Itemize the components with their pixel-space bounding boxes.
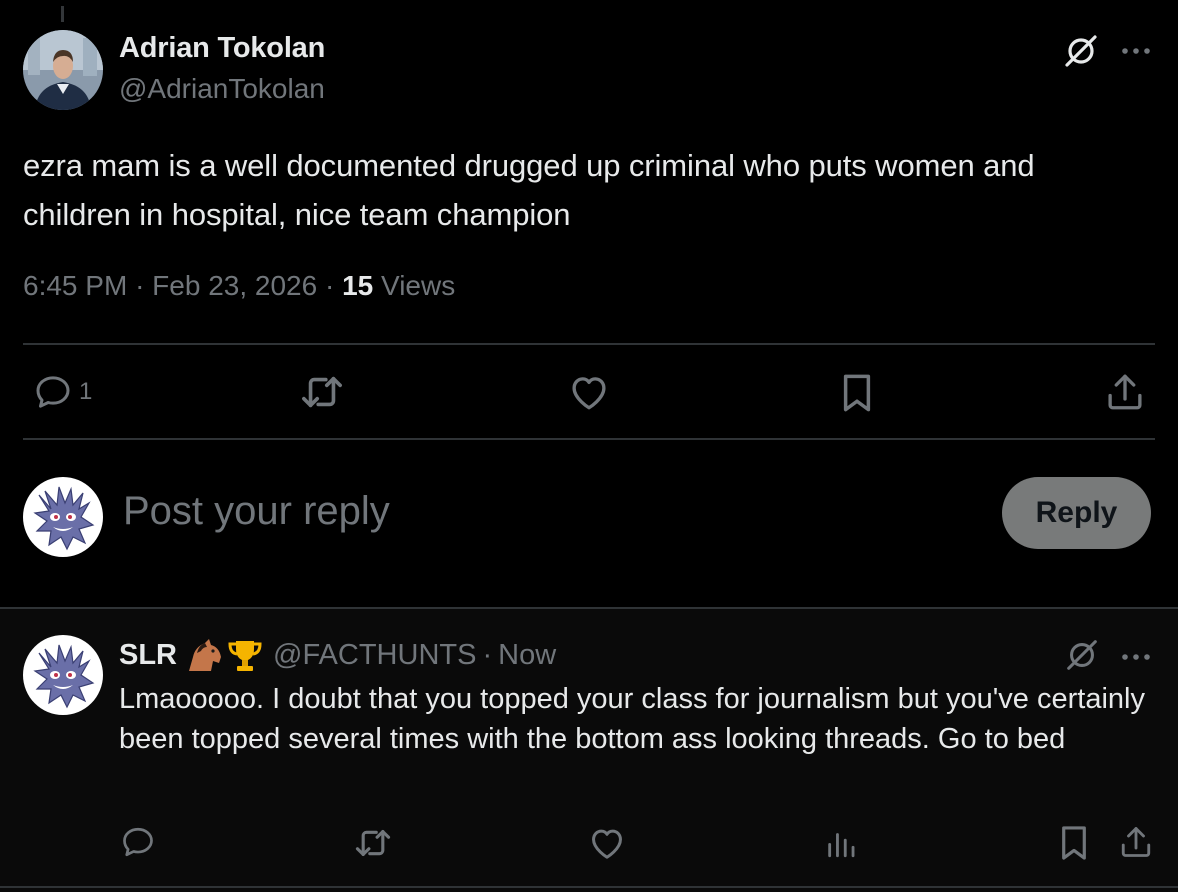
reply-time[interactable]: Now	[498, 639, 556, 672]
author-handle[interactable]: @AdrianTokolan	[119, 73, 325, 105]
share-button[interactable]	[1104, 371, 1146, 413]
analytics-icon	[828, 833, 855, 858]
meta-separator: ·	[482, 638, 493, 671]
tweet-text: ezra mam is a well documented drugged up…	[23, 148, 1035, 232]
reply-count: 1	[79, 378, 93, 405]
analytics-button[interactable]	[824, 826, 858, 860]
reply-author-avatar[interactable]	[23, 635, 103, 715]
bookmark-button[interactable]	[837, 372, 877, 414]
reply-button[interactable]: Reply	[1002, 477, 1151, 549]
divider	[0, 886, 1178, 888]
comment-icon	[36, 376, 70, 408]
trophy-emoji	[228, 641, 262, 671]
retweet-button[interactable]	[353, 825, 393, 861]
share-icon	[1121, 827, 1151, 857]
heart-icon	[572, 377, 606, 410]
reply-text: Lmaooooo. I doubt that you topped your c…	[119, 683, 1145, 755]
like-button[interactable]	[568, 372, 610, 412]
retweet-icon	[355, 829, 391, 857]
grok-icon[interactable]	[1061, 31, 1101, 76]
views-label: Views	[381, 270, 456, 301]
reply-header: SLR @FACTHUNTS · Now	[119, 637, 556, 673]
bookmark-icon	[1062, 826, 1086, 860]
author-avatar[interactable]	[23, 30, 103, 110]
share-button[interactable]	[1118, 824, 1154, 860]
horse-emoji	[189, 639, 221, 671]
reply-action-button[interactable]: 1	[33, 372, 92, 412]
reply-author-emojis	[185, 637, 263, 673]
meta-separator: ·	[324, 270, 335, 301]
more-options-icon[interactable]	[1121, 650, 1151, 668]
reply-action-button[interactable]	[120, 824, 156, 860]
user-avatar	[23, 477, 103, 557]
tweet-meta: 6:45 PM · Feb 23, 2026 · 15 Views	[23, 270, 455, 302]
tweet-date[interactable]: Feb 23, 2026	[152, 270, 317, 301]
reply-author-handle[interactable]: @FACTHUNTS	[273, 639, 476, 672]
views-count: 15	[342, 270, 374, 301]
retweet-button[interactable]	[299, 371, 345, 413]
reply-input[interactable]: Post your reply	[123, 489, 390, 534]
meta-separator: ·	[135, 270, 145, 301]
tweet-time[interactable]: 6:45 PM	[23, 270, 127, 301]
retweet-icon	[302, 376, 342, 408]
grok-icon[interactable]	[1063, 636, 1101, 679]
comment-icon	[123, 827, 153, 857]
divider	[23, 438, 1155, 440]
share-icon	[1108, 374, 1142, 410]
divider	[23, 343, 1155, 345]
reply-author-name[interactable]: SLR	[119, 639, 177, 672]
like-button[interactable]	[588, 825, 626, 861]
author-name[interactable]: Adrian Tokolan	[119, 32, 325, 65]
thread-connector-line	[61, 6, 64, 22]
heart-icon	[592, 829, 622, 859]
more-options-icon[interactable]	[1121, 44, 1151, 62]
bookmark-button[interactable]	[1056, 824, 1092, 862]
bookmark-icon	[843, 374, 871, 412]
